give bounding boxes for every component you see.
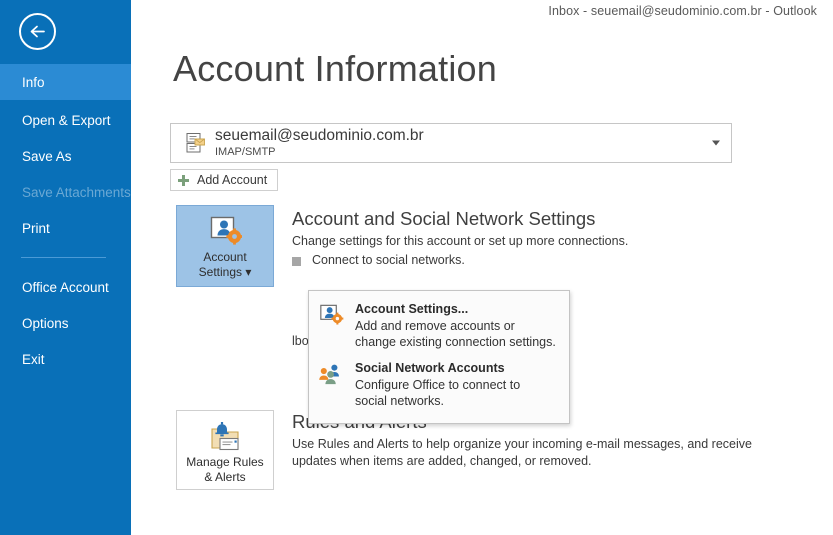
sidebar-item-label: Exit [22,352,45,367]
main-content: Account Information seuemail@seudominio.… [131,0,833,535]
account-settings-icon [317,301,345,350]
mail-account-icon [179,131,213,155]
connect-social-networks-label: Connect to social networks. [312,253,465,267]
account-settings-icon [208,216,242,248]
menu-item-social-network-accounts[interactable]: Social Network Accounts Configure Office… [309,356,569,415]
sidebar-item-open-export[interactable]: Open & Export [0,102,131,138]
account-settings-dropdown-menu: Account Settings... Add and remove accou… [308,290,570,424]
account-section-description: Change settings for this account or set … [292,233,628,250]
sidebar-item-label: Open & Export [22,113,111,128]
sidebar-item-save-as[interactable]: Save As [0,138,131,174]
menu-item-text: Account Settings... Add and remove accou… [355,301,556,350]
bullet-square-icon [292,257,301,266]
add-account-button[interactable]: Add Account [170,169,278,191]
menu-item-desc-line2: social networks. [355,393,520,409]
connect-social-networks-row: Connect to social networks. [292,253,465,267]
sidebar-item-print[interactable]: Print [0,210,131,246]
account-selector[interactable]: seuemail@seudominio.com.br IMAP/SMTP [170,123,732,163]
account-settings-tile-label: Account Settings ▾ [197,248,254,288]
account-protocol: IMAP/SMTP [215,145,424,159]
sidebar-item-office-account[interactable]: Office Account [0,269,131,305]
account-email: seuemail@seudominio.com.br [215,127,424,145]
sidebar-item-label: Office Account [22,280,109,295]
add-account-label: Add Account [197,173,267,187]
back-button[interactable] [19,13,56,50]
sidebar-item-info[interactable]: Info [0,64,131,100]
tile-label-line1: Account [203,250,246,264]
account-settings-tile[interactable]: Account Settings ▾ [176,205,274,287]
menu-item-title: Social Network Accounts [355,360,520,377]
backstage-sidebar: Info Open & Export Save As Save Attachme… [0,0,131,535]
menu-item-desc-line1: Configure Office to connect to [355,377,520,393]
sidebar-item-label: Options [22,316,69,331]
account-selector-text: seuemail@seudominio.com.br IMAP/SMTP [215,127,424,159]
plus-icon [177,174,190,187]
menu-item-title: Account Settings... [355,301,556,318]
outlook-backstage-window: Inbox - seuemail@seudominio.com.br - Out… [0,0,833,535]
sidebar-item-exit[interactable]: Exit [0,341,131,377]
sidebar-item-label: Print [22,221,50,236]
back-arrow-icon [28,22,47,41]
menu-item-text: Social Network Accounts Configure Office… [355,360,520,409]
account-section-heading: Account and Social Network Settings [292,208,595,230]
page-title: Account Information [173,48,497,90]
tile-label-line2: & Alerts [204,470,245,484]
sidebar-item-label: Save As [22,149,72,164]
rules-section-description: Use Rules and Alerts to help organize yo… [292,436,752,470]
tile-label-line2: Settings ▾ [199,265,252,279]
manage-rules-alerts-tile[interactable]: Manage Rules & Alerts [176,410,274,490]
social-network-icon [317,360,345,409]
menu-item-account-settings[interactable]: Account Settings... Add and remove accou… [309,297,569,356]
sidebar-nav: Info Open & Export Save As Save Attachme… [0,64,131,377]
menu-item-desc-line2: change existing connection settings. [355,334,556,350]
sidebar-divider [21,257,106,258]
rules-alerts-icon [207,421,243,453]
sidebar-item-options[interactable]: Options [0,305,131,341]
menu-item-desc-line1: Add and remove accounts or [355,318,556,334]
chevron-down-icon[interactable] [712,141,720,146]
sidebar-item-label: Info [22,75,45,90]
sidebar-item-label: Save Attachments [22,185,131,200]
manage-rules-tile-label: Manage Rules & Alerts [184,453,265,493]
sidebar-item-save-attachments: Save Attachments [0,174,131,210]
tile-label-line1: Manage Rules [186,455,263,469]
